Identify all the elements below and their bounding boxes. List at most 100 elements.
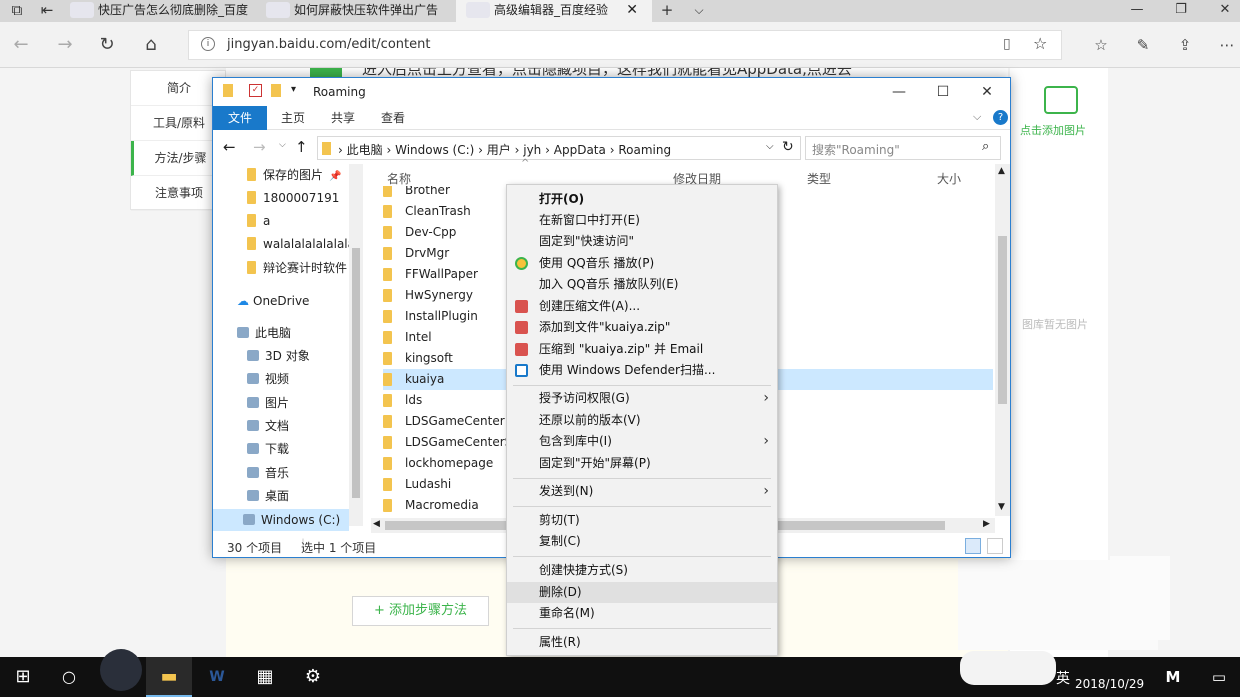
menu-item-add-to-zip[interactable]: 添加到文件"kuaiya.zip" bbox=[507, 317, 777, 338]
tree-item-drive-c[interactable]: Windows (C:) bbox=[213, 509, 349, 531]
menu-item-create-archive[interactable]: 创建压缩文件(A)... bbox=[507, 296, 777, 317]
scrollbar-thumb[interactable] bbox=[998, 236, 1007, 404]
address-dropdown-chevron-icon[interactable]: ⌵ bbox=[766, 141, 774, 152]
menu-item-cut[interactable]: 剪切(T) bbox=[507, 510, 777, 531]
ime-indicator[interactable]: 英 bbox=[1056, 668, 1070, 688]
tree-item[interactable]: 辩论赛计时软件 bbox=[247, 257, 347, 279]
refresh-icon[interactable]: ↻ bbox=[94, 32, 120, 58]
new-folder-icon[interactable] bbox=[271, 84, 281, 97]
reading-view-icon[interactable]: ▯ bbox=[1003, 36, 1011, 52]
quick-access-toolbar-chevron-icon[interactable]: ▾ bbox=[291, 84, 296, 95]
tab-actions-icon[interactable]: ⧉ bbox=[6, 0, 28, 22]
properties-icon[interactable]: ✓ bbox=[249, 84, 262, 97]
tree-item[interactable]: 1800007191 bbox=[247, 187, 339, 209]
tree-item[interactable]: a bbox=[247, 210, 270, 232]
menu-item-open-new-window[interactable]: 在新窗口中打开(E) bbox=[507, 210, 777, 231]
back-icon[interactable]: ← bbox=[8, 32, 34, 58]
recent-locations-chevron-icon[interactable]: ⌵ bbox=[279, 140, 286, 150]
close-window-icon[interactable]: ✕ bbox=[1214, 0, 1236, 22]
tab-file[interactable]: 文件 bbox=[213, 106, 267, 130]
cortana-search-icon[interactable]: ○ bbox=[46, 657, 92, 697]
menu-item-create-shortcut[interactable]: 创建快捷方式(S) bbox=[507, 560, 777, 581]
menu-item-restore-versions[interactable]: 还原以前的版本(V) bbox=[507, 410, 777, 431]
app-tray-icon[interactable]: M bbox=[1150, 657, 1196, 697]
menu-item-pin-start[interactable]: 固定到"开始"屏幕(P) bbox=[507, 453, 777, 474]
tree-item[interactable]: 文档 bbox=[247, 415, 289, 437]
notification-center-icon[interactable]: ▭ bbox=[1196, 657, 1240, 697]
scroll-right-icon[interactable]: ▶ bbox=[983, 519, 990, 529]
expand-ribbon-chevron-icon[interactable]: ⌵ bbox=[973, 110, 981, 124]
add-image-icon[interactable] bbox=[1044, 86, 1078, 114]
pen-notes-icon[interactable]: ✎ bbox=[1130, 32, 1156, 58]
scroll-left-icon[interactable]: ◀ bbox=[373, 519, 380, 529]
tree-item[interactable]: 视频 bbox=[247, 368, 289, 390]
column-type[interactable]: 类型 bbox=[807, 170, 831, 187]
breadcrumb-item[interactable]: Windows (C:) bbox=[395, 143, 474, 157]
restore-icon[interactable]: ❐ bbox=[1170, 0, 1192, 22]
menu-item-give-access[interactable]: 授予访问权限(G) › bbox=[507, 388, 777, 409]
tab-list-chevron-icon[interactable]: ⌵ bbox=[688, 0, 710, 22]
browser-tab[interactable]: 快压广告怎么彻底删除_百度 bbox=[60, 0, 256, 22]
tree-scrollbar[interactable] bbox=[349, 164, 363, 526]
menu-item-include-library[interactable]: 包含到库中(I) › bbox=[507, 431, 777, 452]
menu-item-pin-quick-access[interactable]: 固定到"快速访问" bbox=[507, 231, 777, 252]
menu-item-qqmusic-play[interactable]: 使用 QQ音乐 播放(P) bbox=[507, 253, 777, 274]
scrollbar-thumb[interactable] bbox=[352, 248, 360, 498]
scroll-up-icon[interactable]: ▲ bbox=[998, 166, 1005, 176]
minimize-icon[interactable]: — bbox=[1126, 0, 1148, 22]
close-icon[interactable]: ✕ bbox=[965, 81, 1009, 103]
forward-icon[interactable]: → bbox=[253, 138, 266, 156]
menu-item-properties[interactable]: 属性(R) bbox=[507, 632, 777, 653]
file-explorer-taskbar-icon[interactable]: ▬ bbox=[146, 657, 192, 697]
favorites-hub-icon[interactable]: ☆ bbox=[1088, 32, 1114, 58]
set-aside-tabs-icon[interactable]: ⇤ bbox=[36, 0, 58, 22]
large-icons-view-icon[interactable] bbox=[987, 538, 1003, 554]
word-taskbar-icon[interactable]: W bbox=[194, 657, 240, 697]
tree-item[interactable]: 3D 对象 bbox=[247, 345, 310, 367]
tab-home[interactable]: 主页 bbox=[271, 106, 315, 130]
address-bar[interactable]: i jingyan.baidu.com/edit/content ▯ ☆ bbox=[188, 30, 1062, 60]
explorer-address-bar[interactable]: › 此电脑 › Windows (C:) › 用户 › jyh › AppDat… bbox=[317, 136, 801, 160]
tab-share[interactable]: 共享 bbox=[321, 106, 365, 130]
tree-item[interactable]: 保存的图片 📌 bbox=[247, 164, 341, 186]
home-icon[interactable]: ⌂ bbox=[138, 32, 164, 58]
browser-tab-active[interactable]: 高级编辑器_百度经验 ✕ bbox=[456, 0, 652, 22]
refresh-icon[interactable]: ↻ bbox=[782, 139, 794, 155]
more-menu-icon[interactable]: ⋯ bbox=[1214, 32, 1240, 58]
file-list-scrollbar[interactable]: ▲ ▼ bbox=[995, 164, 1010, 516]
tab-view[interactable]: 查看 bbox=[371, 106, 415, 130]
site-info-icon[interactable]: i bbox=[201, 37, 215, 51]
maximize-icon[interactable]: ☐ bbox=[921, 81, 965, 103]
browser-tab[interactable]: 如何屏蔽快压软件弹出广告 bbox=[256, 0, 456, 22]
add-image-label[interactable]: 点击添加图片 bbox=[1020, 122, 1086, 138]
breadcrumb-item[interactable]: 此电脑 bbox=[347, 143, 383, 157]
forward-icon[interactable]: → bbox=[52, 32, 78, 58]
windows-start-icon[interactable]: ⊞ bbox=[0, 657, 46, 697]
favorite-star-icon[interactable]: ☆ bbox=[1033, 34, 1047, 53]
menu-item-rename[interactable]: 重命名(M) bbox=[507, 603, 777, 624]
menu-item-qqmusic-queue[interactable]: 加入 QQ音乐 播放队列(E) bbox=[507, 274, 777, 295]
menu-item-send-to[interactable]: 发送到(N) › bbox=[507, 481, 777, 502]
add-step-button[interactable]: + 添加步骤方法 bbox=[352, 596, 489, 626]
settings-gear-icon[interactable]: ⚙ bbox=[290, 657, 336, 697]
scroll-down-icon[interactable]: ▼ bbox=[998, 502, 1005, 512]
tree-item[interactable]: walalalalalalala bbox=[247, 233, 355, 255]
menu-item-defender-scan[interactable]: 使用 Windows Defender扫描... bbox=[507, 360, 777, 381]
tree-item-onedrive[interactable]: ☁ OneDrive bbox=[237, 290, 309, 312]
details-view-icon[interactable] bbox=[965, 538, 981, 554]
tree-item[interactable]: 桌面 bbox=[247, 485, 289, 507]
breadcrumb-item[interactable]: Roaming bbox=[618, 143, 671, 157]
new-tab-icon[interactable]: + bbox=[656, 0, 678, 22]
tree-item[interactable]: 下载 bbox=[247, 438, 289, 460]
column-size[interactable]: 大小 bbox=[937, 170, 961, 187]
menu-item-open[interactable]: 打开(O) bbox=[507, 189, 777, 210]
breadcrumb-item[interactable]: AppData bbox=[554, 143, 606, 157]
menu-item-copy[interactable]: 复制(C) bbox=[507, 531, 777, 552]
minimize-icon[interactable]: — bbox=[877, 81, 921, 103]
tree-item[interactable]: 音乐 bbox=[247, 462, 289, 484]
tree-item[interactable]: 图片 bbox=[247, 392, 289, 414]
column-name[interactable]: 名称 bbox=[387, 170, 411, 187]
share-icon[interactable]: ⇪ bbox=[1172, 32, 1198, 58]
up-icon[interactable]: ↑ bbox=[295, 138, 308, 156]
tree-item-this-pc[interactable]: 此电脑 bbox=[237, 322, 291, 344]
